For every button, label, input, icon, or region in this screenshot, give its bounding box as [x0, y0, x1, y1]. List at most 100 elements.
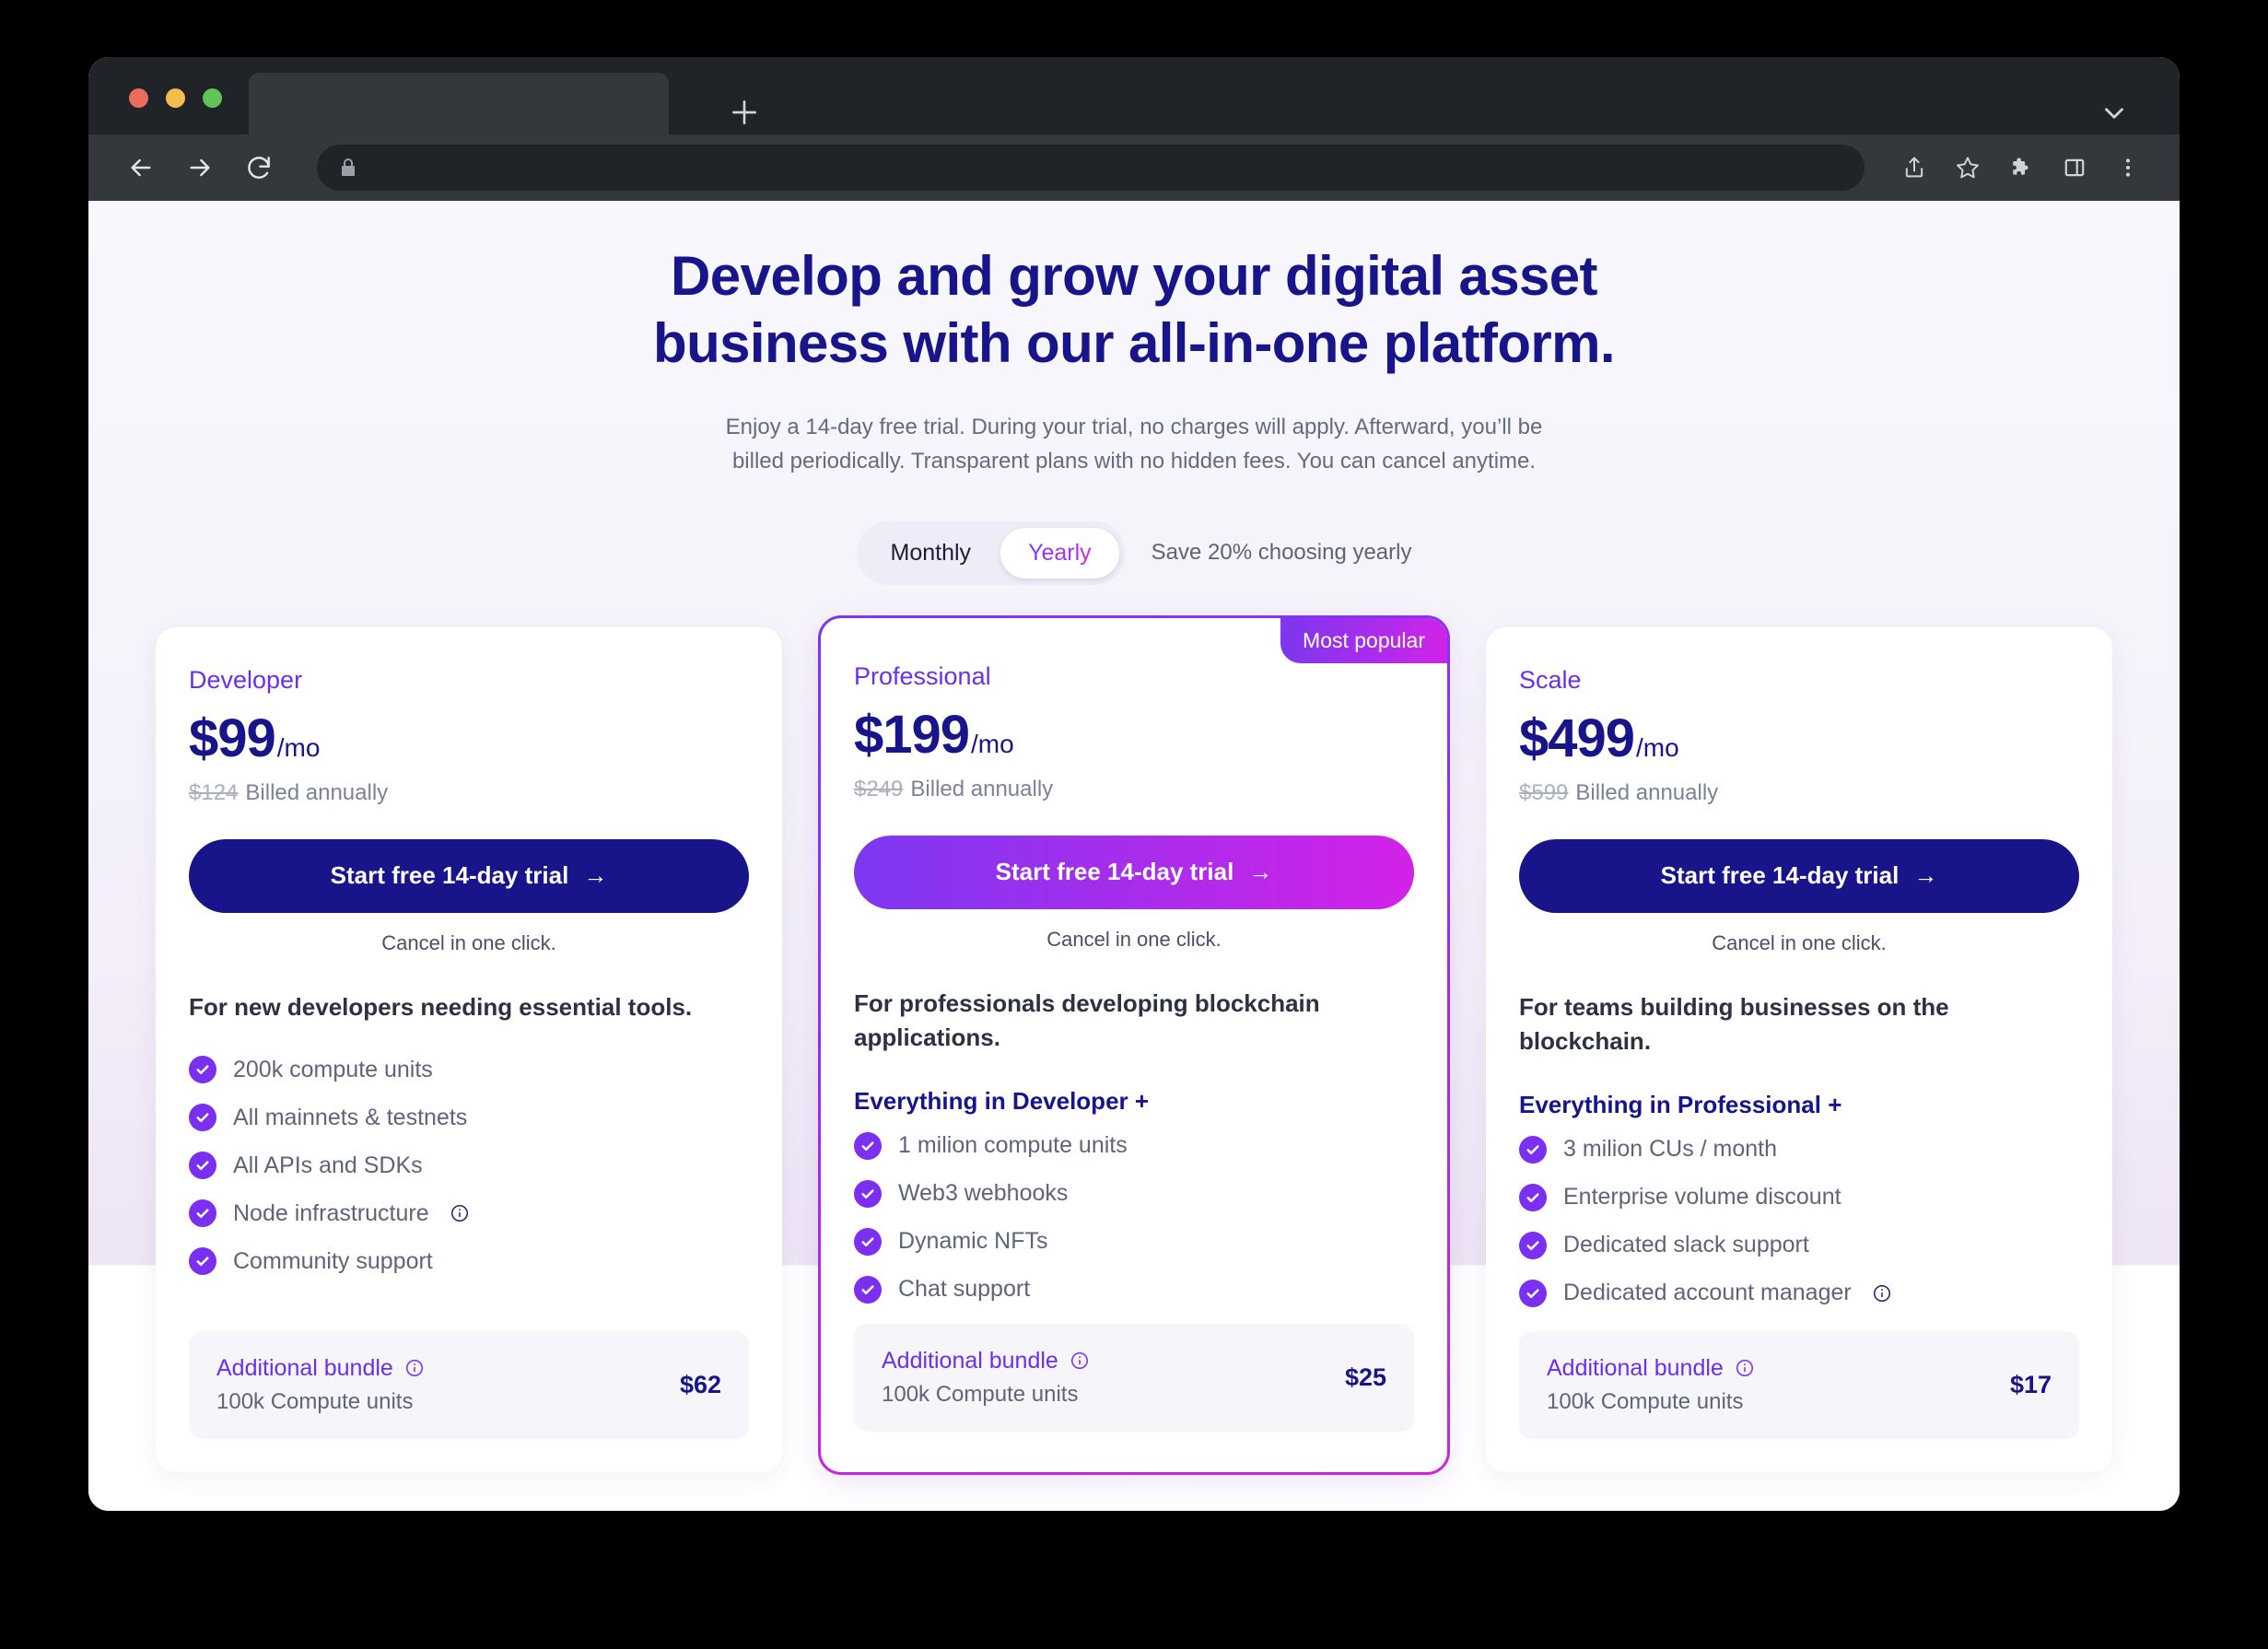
back-arrow-icon[interactable]	[120, 146, 162, 189]
page-title-line2: business with our all-in-one platform.	[653, 311, 1616, 374]
start-trial-button[interactable]: Start free 14-day trial →	[1519, 838, 2079, 913]
check-icon	[854, 1131, 882, 1160]
feature-label: 200k compute units	[233, 1056, 433, 1082]
share-icon[interactable]	[1894, 147, 1935, 188]
feature-label: 1 milion compute units	[898, 1132, 1128, 1159]
feature-item: Web3 webhooks	[854, 1179, 1414, 1208]
arrow-right-icon: →	[1913, 861, 1938, 890]
plan-price: $199	[854, 704, 970, 765]
info-icon[interactable]	[1735, 1358, 1755, 1378]
cancel-note: Cancel in one click.	[1712, 930, 1887, 954]
everything-included-label: Everything in Professional +	[1519, 1090, 1842, 1118]
feature-item: 3 milion CUs / month	[1519, 1135, 2079, 1164]
browser-tab[interactable]	[249, 73, 669, 134]
plan-description: For new developers needing essential too…	[189, 992, 693, 1021]
start-trial-label: Start free 14-day trial	[995, 858, 1234, 886]
cancel-note: Cancel in one click.	[381, 930, 556, 954]
plus-icon[interactable]	[726, 94, 763, 131]
start-trial-button[interactable]: Start free 14-day trial →	[854, 835, 1414, 909]
plan-name: Scale	[1519, 665, 1582, 694]
check-icon	[189, 1056, 216, 1084]
additional-bundle[interactable]: Additional bundle 100k Compute units $62	[189, 1330, 749, 1439]
feature-item: 1 milion compute units	[854, 1131, 1414, 1160]
maximize-window-button[interactable]	[203, 88, 222, 108]
price-row: $99 /mo	[189, 708, 749, 769]
additional-bundle[interactable]: Additional bundle 100k Compute units $25	[854, 1323, 1414, 1432]
forward-arrow-icon[interactable]	[179, 146, 221, 189]
feature-label: Dedicated account manager	[1563, 1280, 1852, 1306]
everything-included-label: Everything in Developer +	[854, 1086, 1150, 1115]
feature-label: All APIs and SDKs	[233, 1152, 423, 1178]
plan-old-price: $599	[1519, 779, 1569, 805]
plan-price: $99	[189, 708, 276, 768]
start-trial-label: Start free 14-day trial	[1660, 861, 1900, 890]
start-trial-label: Start free 14-day trial	[330, 861, 569, 890]
feature-label: Dynamic NFTs	[898, 1228, 1048, 1255]
page-content: Develop and grow your digital asset busi…	[88, 201, 2180, 1511]
chevron-down-icon[interactable]	[2098, 98, 2130, 134]
feature-label: Node infrastructure	[233, 1199, 429, 1226]
minimize-window-button[interactable]	[166, 88, 185, 108]
side-panel-icon[interactable]	[2054, 147, 2095, 188]
bundle-text: Additional bundle 100k Compute units	[216, 1355, 425, 1415]
feature-item: All mainnets & testnets	[189, 1104, 749, 1132]
billed-text: Billed annually	[910, 776, 1054, 801]
check-icon	[854, 1227, 882, 1256]
billed-text: Billed annually	[245, 779, 389, 805]
pricing-card-professional: Most popular Professional $199 /mo $249 B…	[818, 614, 1450, 1476]
feature-item: Dynamic NFTs	[854, 1227, 1414, 1256]
info-icon[interactable]	[404, 1358, 425, 1378]
savings-note: Save 20% choosing yearly	[1151, 540, 1412, 566]
puzzle-icon[interactable]	[2001, 147, 2041, 188]
feature-item: Community support	[189, 1247, 749, 1276]
most-popular-badge: Most popular	[1280, 617, 1447, 663]
billing-toggle[interactable]: Monthly Yearly	[856, 520, 1126, 585]
feature-item: Node infrastructure	[189, 1199, 749, 1228]
arrow-right-icon: →	[1248, 858, 1273, 886]
feature-label: Enterprise volume discount	[1563, 1184, 1841, 1210]
hero-subtitle: Enjoy a 14-day free trial. During your t…	[88, 410, 2180, 478]
arrow-right-icon: →	[583, 861, 608, 890]
feature-list: 1 milion compute units Web3 webhooks Dyn…	[854, 1131, 1414, 1324]
plan-old-price: $124	[189, 779, 239, 805]
check-icon	[1519, 1183, 1547, 1211]
billed-note: $124 Billed annually	[189, 780, 749, 806]
plan-period: /mo	[971, 729, 1014, 758]
plan-period: /mo	[1636, 732, 1679, 762]
check-icon	[854, 1179, 882, 1208]
feature-label: All mainnets & testnets	[233, 1104, 468, 1130]
feature-list: 3 milion CUs / month Enterprise volume d…	[1519, 1135, 2079, 1327]
info-icon[interactable]	[1872, 1283, 1892, 1304]
billing-toggle-yearly-label: Yearly	[1028, 539, 1092, 566]
plan-name: Developer	[189, 665, 303, 694]
lock-icon	[337, 157, 359, 179]
star-icon[interactable]	[1947, 147, 1988, 188]
additional-bundle[interactable]: Additional bundle 100k Compute units $17	[1519, 1330, 2079, 1439]
price-row: $499 /mo	[1519, 708, 2079, 769]
bundle-price: $25	[1344, 1362, 1386, 1391]
check-icon	[189, 1104, 216, 1132]
check-icon	[1519, 1135, 1547, 1164]
billed-note: $599 Billed annually	[1519, 780, 2079, 806]
window-controls	[129, 88, 222, 108]
address-bar[interactable]	[317, 145, 1865, 191]
start-trial-button[interactable]: Start free 14-day trial →	[189, 838, 749, 913]
info-icon[interactable]	[1070, 1351, 1090, 1371]
feature-label: 3 milion CUs / month	[1563, 1136, 1778, 1163]
bundle-subtitle: 100k Compute units	[1547, 1388, 1744, 1414]
url-input[interactable]	[372, 157, 1844, 179]
bundle-title-row: Additional bundle	[1547, 1355, 1755, 1382]
billing-toggle-monthly[interactable]: Monthly	[863, 528, 1000, 579]
info-icon[interactable]	[450, 1203, 470, 1223]
billing-toggle-yearly[interactable]: Yearly	[1000, 527, 1119, 579]
plan-price: $499	[1519, 708, 1635, 768]
bundle-title: Additional bundle	[1547, 1354, 1724, 1381]
page-title-line1: Develop and grow your digital asset	[671, 245, 1597, 307]
tab-strip	[88, 57, 2180, 134]
close-window-button[interactable]	[129, 88, 148, 108]
bundle-title: Additional bundle	[216, 1354, 393, 1381]
feature-item: 200k compute units	[189, 1056, 749, 1084]
reload-icon[interactable]	[238, 146, 280, 189]
three-dot-menu-icon[interactable]	[2108, 147, 2148, 188]
